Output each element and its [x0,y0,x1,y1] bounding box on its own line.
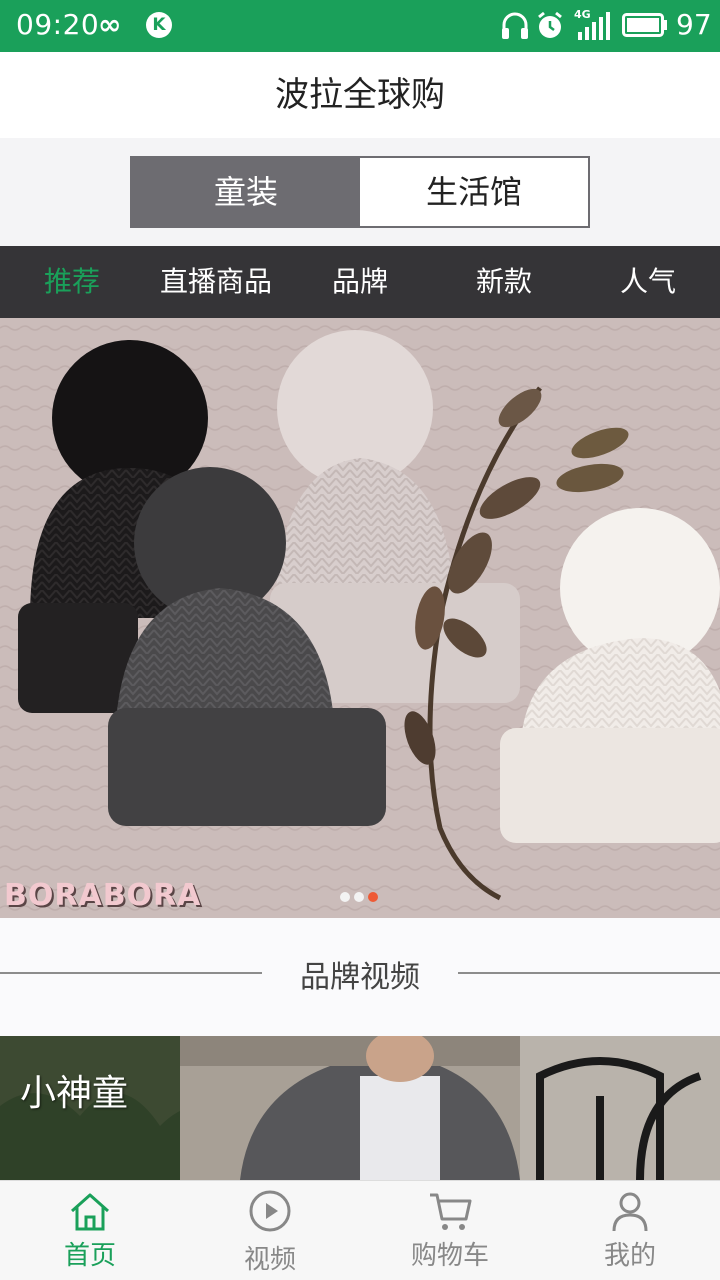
k-badge-icon: K [146,12,172,38]
carousel-dot[interactable] [354,892,364,902]
status-bar: 09:20 ∞ K 4G 97 [0,0,720,52]
tab-cart[interactable]: 购物车 [360,1181,540,1280]
category-tab-recommended[interactable]: 推荐 [44,246,100,318]
title-bar: 波拉全球购 [0,52,720,138]
category-tab-popular[interactable]: 人气 [620,246,676,318]
signal-icon [578,12,610,40]
bottom-tab-bar: 首页 视频 购物车 我的 [0,1180,720,1280]
banner-image [0,318,720,918]
segment-control: 童装 生活馆 [130,156,590,228]
section-title: 品牌视频 [300,960,420,995]
battery-icon [622,13,667,37]
cart-icon [430,1193,472,1230]
section-divider-right [458,972,720,974]
loop-icon: ∞ [98,8,122,41]
banner-carousel[interactable]: BORABORA [0,318,720,918]
segment-kids-clothing[interactable]: 童装 [132,158,360,226]
category-bar: 推荐 直播商品 品牌 新款 人气 [0,246,720,318]
carousel-indicator [340,892,378,902]
carousel-dot-active[interactable] [368,892,378,902]
tab-video-label: 视频 [243,1245,296,1275]
play-icon [249,1190,291,1232]
home-icon [71,1193,109,1231]
video-brand-name: 小神童 [20,1073,129,1114]
battery-percent: 97 [676,8,712,41]
segment-lifestyle[interactable]: 生活馆 [360,158,588,226]
banner-logo: BORABORA [4,878,202,913]
tab-video[interactable]: 视频 [180,1181,360,1280]
tab-profile-label: 我的 [603,1241,656,1271]
tab-home-label: 首页 [63,1241,116,1271]
user-icon [612,1192,648,1232]
tab-cart-label: 购物车 [410,1241,489,1271]
brand-video-card[interactable]: 小神童 [0,1036,720,1180]
carousel-dot[interactable] [340,892,350,902]
category-tab-live-products[interactable]: 直播商品 [160,246,272,318]
tab-profile[interactable]: 我的 [540,1181,720,1280]
tab-home[interactable]: 首页 [0,1181,180,1280]
page-title: 波拉全球购 [275,75,445,115]
headphones-icon [502,12,528,39]
alarm-icon [538,11,562,38]
brand-video-section-header: 品牌视频 [0,918,720,1036]
category-tab-brands[interactable]: 品牌 [332,246,388,318]
category-tab-new[interactable]: 新款 [476,246,532,318]
status-time: 09:20 [16,8,100,41]
